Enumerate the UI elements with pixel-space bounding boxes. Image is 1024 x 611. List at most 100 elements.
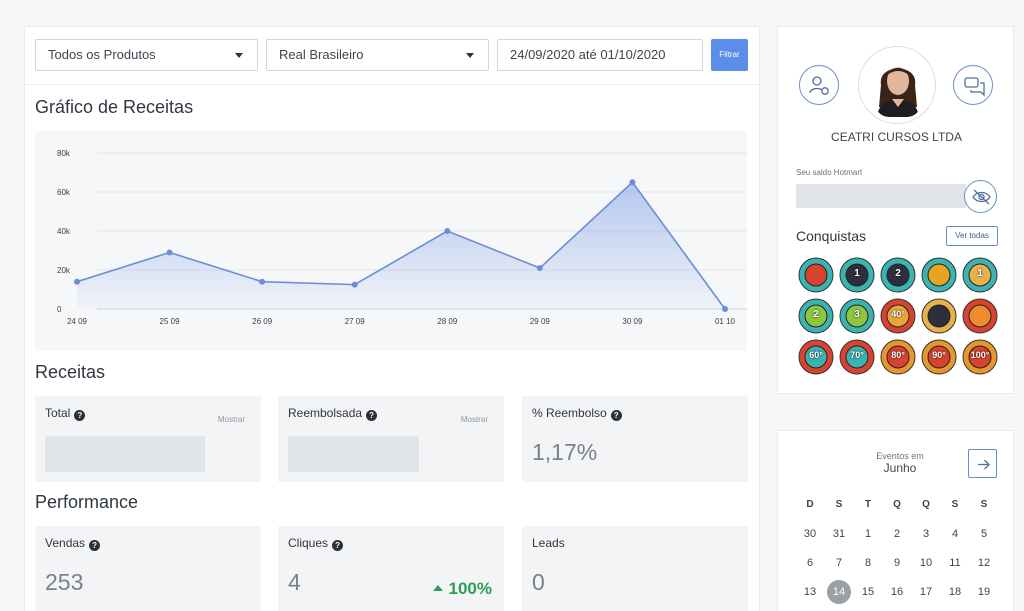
- calendar-day[interactable]: 16: [885, 582, 909, 602]
- stat-total: Total? Mostrar: [35, 396, 261, 482]
- calendar-day[interactable]: 18: [943, 582, 967, 602]
- achievement-badge[interactable]: 3: [839, 298, 875, 334]
- calendar-day[interactable]: 2: [885, 524, 909, 544]
- company-name: CEATRI CURSOS LTDA: [831, 130, 962, 144]
- x-tick-label: 30 09: [622, 317, 643, 326]
- achievement-badge[interactable]: [921, 298, 957, 334]
- help-icon[interactable]: ?: [366, 410, 378, 421]
- achievement-badge[interactable]: 100°: [962, 339, 998, 375]
- messages-button[interactable]: [953, 65, 993, 105]
- weekday-label: Q: [893, 499, 901, 510]
- badge-label: 70°: [850, 350, 864, 360]
- chat-icon: [964, 77, 985, 97]
- x-tick-label: 01 10: [715, 317, 736, 326]
- y-tick-label: 0: [57, 305, 62, 314]
- achievement-badge[interactable]: [962, 298, 998, 334]
- next-month-button[interactable]: [968, 449, 997, 478]
- main-panel: Todos os Produtos Real Brasileiro 24/09/…: [24, 26, 760, 611]
- date-range-input[interactable]: 24/09/2020 até 01/10/2020: [497, 39, 703, 71]
- achievement-badge[interactable]: 2: [798, 298, 834, 334]
- calendar-day[interactable]: 8: [856, 553, 880, 573]
- arrow-right-icon: [978, 459, 990, 470]
- calendar-day[interactable]: 13: [798, 582, 822, 602]
- x-tick-label: 25 09: [160, 317, 181, 326]
- calendar-day[interactable]: 4: [943, 524, 967, 544]
- arrow-up-icon: [432, 585, 443, 591]
- stat-clicks: Cliques? 4 100%: [278, 526, 504, 611]
- calendar-day[interactable]: 19: [972, 582, 996, 602]
- calendar-day[interactable]: 3: [914, 524, 938, 544]
- user-settings-button[interactable]: [799, 65, 839, 105]
- badge-label: 40°: [891, 309, 905, 319]
- calendar-day[interactable]: 7: [827, 553, 851, 573]
- profile-card: CEATRI CURSOS LTDA Seu saldo Hotmart Con…: [777, 26, 1014, 394]
- filter-bar: Todos os Produtos Real Brasileiro 24/09/…: [25, 27, 759, 85]
- weekday-label: S: [835, 499, 843, 510]
- filter-button[interactable]: Filtrar: [711, 39, 748, 71]
- stat-leads-value: 0: [532, 569, 545, 595]
- achievement-badge[interactable]: 70°: [839, 339, 875, 375]
- show-total-link[interactable]: Mostrar: [218, 415, 245, 424]
- product-select[interactable]: Todos os Produtos: [35, 39, 258, 71]
- balance-hidden-value: [796, 184, 966, 208]
- calendar-day[interactable]: 10: [914, 553, 938, 573]
- balance-label: Seu saldo Hotmart: [796, 168, 863, 177]
- x-tick-label: 27 09: [345, 317, 366, 326]
- badge-label: 2: [895, 268, 901, 279]
- calendar-day[interactable]: 15: [856, 582, 880, 602]
- revenue-chart-svg: 0 20k 40k 60k 80k 24 09 25 09 26 09 27 09 28 09 29…: [57, 149, 747, 326]
- achievement-badge[interactable]: 40°: [880, 298, 916, 334]
- show-refunded-link[interactable]: Mostrar: [461, 415, 488, 424]
- avatar-photo: [875, 55, 921, 117]
- calendar-day[interactable]: 9: [885, 553, 909, 573]
- achievement-badge[interactable]: [921, 257, 957, 293]
- stat-refund-rate: % Reembolso? 1,17%: [522, 396, 748, 482]
- calendar-day[interactable]: 6: [798, 553, 822, 573]
- calendar-day[interactable]: 11: [943, 553, 967, 573]
- stat-refunded-label: Reembolsada: [288, 406, 363, 420]
- calendar-day[interactable]: 30: [798, 524, 822, 544]
- chevron-down-icon: [466, 53, 474, 58]
- help-icon[interactable]: ?: [74, 410, 86, 421]
- calendar-day[interactable]: 5: [972, 524, 996, 544]
- x-tick-label: 26 09: [252, 317, 273, 326]
- achievement-badge[interactable]: 90°: [921, 339, 957, 375]
- calendar-day[interactable]: 31: [827, 524, 851, 544]
- stat-clicks-trend: 100%: [432, 579, 492, 599]
- currency-select[interactable]: Real Brasileiro: [266, 39, 489, 71]
- stat-clicks-value: 4: [288, 569, 301, 595]
- weekday-label: S: [980, 499, 988, 510]
- y-tick-label: 20k: [57, 266, 71, 275]
- help-icon[interactable]: ?: [332, 540, 344, 551]
- data-point: [629, 179, 636, 186]
- help-icon[interactable]: ?: [610, 410, 622, 421]
- y-tick-label: 40k: [57, 227, 71, 236]
- stat-sales: Vendas? 253: [35, 526, 261, 611]
- achievement-badge[interactable]: 2: [880, 257, 916, 293]
- profile-avatar[interactable]: [858, 46, 936, 124]
- data-point: [536, 265, 543, 272]
- achievement-badge[interactable]: 60°: [798, 339, 834, 375]
- currency-select-value: Real Brasileiro: [279, 47, 364, 62]
- calendar-day[interactable]: 1: [856, 524, 880, 544]
- see-all-achievements-button[interactable]: Ver todas: [946, 226, 998, 246]
- badge-label: 100°: [970, 350, 990, 360]
- data-point: [444, 228, 451, 234]
- stat-clicks-label: Cliques: [288, 536, 329, 550]
- performance-title: Performance: [35, 492, 139, 512]
- achievement-badge[interactable]: [798, 257, 834, 293]
- stat-sales-value: 253: [45, 569, 84, 595]
- x-tick-label: 28 09: [437, 317, 458, 326]
- toggle-balance-button[interactable]: [964, 180, 997, 213]
- calendar-day[interactable]: 12: [972, 553, 996, 573]
- achievement-badge[interactable]: 80°: [880, 339, 916, 375]
- calendar-day-today[interactable]: 14: [827, 580, 851, 604]
- badge-label: 2: [813, 309, 819, 320]
- weekday-label: Q: [922, 499, 930, 510]
- achievement-badge[interactable]: 1: [839, 257, 875, 293]
- weekday-label: S: [951, 499, 959, 510]
- weekday-label: T: [864, 499, 872, 510]
- calendar-day[interactable]: 17: [914, 582, 938, 602]
- help-icon[interactable]: ?: [89, 540, 101, 551]
- achievement-badge[interactable]: 1: [962, 257, 998, 293]
